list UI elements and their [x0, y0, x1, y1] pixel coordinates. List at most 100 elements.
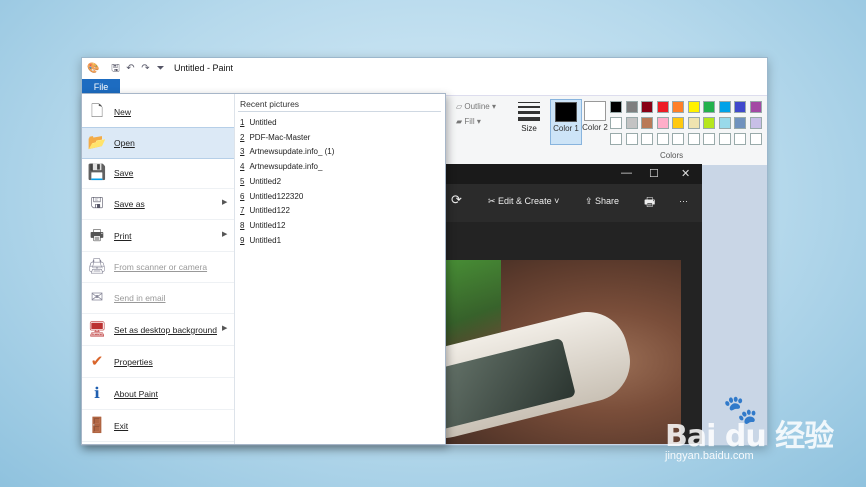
- palette-color-swatch[interactable]: [641, 117, 653, 129]
- print-icon[interactable]: 🖶: [644, 193, 655, 214]
- palette-color-swatch[interactable]: [734, 117, 746, 129]
- title-bar: 🎨 🖫 ↶ ↷ ⏷ Untitled - Paint: [82, 58, 767, 80]
- palette-color-swatch[interactable]: [749, 101, 762, 113]
- palette-color-swatch[interactable]: [718, 133, 731, 145]
- recent-pictures-header: Recent pictures: [240, 99, 300, 109]
- minimize-icon[interactable]: —: [621, 167, 632, 179]
- file-menu-item-label: From scanner or camera: [114, 262, 208, 272]
- palette-color-swatch[interactable]: [641, 133, 653, 145]
- recent-picture-number: 2: [240, 132, 245, 142]
- size-line-thickest: [518, 117, 540, 121]
- size-button[interactable]: Size: [515, 99, 543, 143]
- recent-picture-name: Artnewsupdate.info_ (1): [249, 147, 335, 157]
- file-menu-item-label: Send in email: [114, 293, 166, 303]
- palette-color-swatch[interactable]: [625, 133, 638, 145]
- file-menu-item-label: About Paint: [114, 389, 158, 399]
- photos-toolbar: ⟳ ✂ Edit & Create ˅ ⇪ Share 🖶 ···: [441, 184, 702, 222]
- palette-color-swatch[interactable]: [656, 133, 669, 145]
- palette-color-swatch[interactable]: [641, 101, 653, 113]
- palette-color-swatch[interactable]: [718, 117, 731, 129]
- file-menu-item-label: Exit: [114, 421, 129, 431]
- checkmark-icon: ✔: [90, 353, 104, 370]
- recent-picture-item[interactable]: 9 Untitled1: [240, 236, 281, 249]
- recent-picture-name: PDF-Mac-Master: [249, 132, 311, 142]
- more-options-icon[interactable]: ···: [679, 196, 688, 206]
- palette-color-swatch[interactable]: [610, 133, 622, 145]
- recent-picture-item[interactable]: 1 Untitled: [240, 118, 277, 131]
- recent-picture-name: Untitled: [249, 118, 277, 127]
- recent-picture-item[interactable]: 5 Untitled2: [240, 177, 281, 190]
- palette-color-swatch[interactable]: [703, 133, 715, 145]
- fill-label: Fill: [464, 117, 475, 126]
- recent-picture-item[interactable]: 8 Untitled12: [240, 221, 285, 234]
- color2-button[interactable]: Color 2: [580, 99, 610, 143]
- recent-picture-name: Untitled2: [249, 176, 282, 186]
- maximize-icon[interactable]: ☐: [649, 167, 659, 180]
- recent-picture-item[interactable]: 6 Untitled122320: [240, 192, 303, 205]
- recent-picture-item[interactable]: 3 Artnewsupdate.info_ (1): [240, 147, 334, 160]
- customize-toolbar-icon[interactable]: ⏷: [155, 63, 166, 74]
- fill-dropdown[interactable]: ▰ Fill ▾: [456, 117, 481, 126]
- photos-title-bar: — ☐ ✕: [441, 164, 702, 184]
- desktop-background-icon: 🖥: [87, 321, 107, 338]
- palette-color-swatch[interactable]: [703, 117, 715, 129]
- palette-color-swatch[interactable]: [718, 101, 731, 113]
- info-icon: ℹ: [94, 385, 100, 402]
- recent-picture-item[interactable]: 2 PDF-Mac-Master: [240, 133, 310, 146]
- file-menu-commands: 🗋 New 📂 Open 💾 Save 🖫 Save as ▶ 🖶 Print ▶ 🖨 From scan…: [82, 94, 235, 444]
- file-menu-item-new[interactable]: 🗋 New: [82, 97, 234, 128]
- undo-icon[interactable]: ↶: [125, 63, 136, 74]
- file-menu-item-from-scanner-or-camera[interactable]: 🖨 From scanner or camera: [82, 252, 234, 283]
- file-menu-item-save-as[interactable]: 🖫 Save as ▶: [82, 189, 234, 220]
- recent-divider: [238, 111, 441, 112]
- file-menu-item-open[interactable]: 📂 Open: [82, 127, 234, 159]
- rotate-icon[interactable]: ⟳: [451, 192, 462, 208]
- palette-color-swatch[interactable]: [749, 117, 762, 129]
- palette-color-swatch[interactable]: [672, 117, 684, 129]
- close-icon[interactable]: ✕: [681, 167, 690, 180]
- share-button[interactable]: ⇪ Share: [585, 196, 619, 207]
- file-menu-item-exit[interactable]: 🚪 Exit: [82, 411, 234, 442]
- palette-color-swatch[interactable]: [687, 117, 700, 129]
- email-icon: ✉: [90, 289, 104, 306]
- save-disk-icon: 💾: [87, 164, 107, 181]
- colors-group-label: Colors: [660, 151, 684, 160]
- palette-color-swatch[interactable]: [610, 101, 622, 113]
- photo-viewer: [441, 222, 702, 444]
- palette-color-swatch[interactable]: [610, 117, 622, 129]
- palette-color-swatch[interactable]: [749, 133, 762, 145]
- photos-window: — ☐ ✕ ⟳ ✂ Edit & Create ˅ ⇪ Share 🖶 ···: [441, 164, 702, 444]
- palette-color-swatch[interactable]: [625, 101, 638, 113]
- palette-color-swatch[interactable]: [672, 101, 684, 113]
- share-label: Share: [595, 196, 620, 206]
- color1-button[interactable]: Color 1: [550, 99, 582, 145]
- paint-app-icon: 🎨: [87, 63, 100, 74]
- palette-color-swatch[interactable]: [687, 133, 700, 145]
- file-menu-item-send-in-email[interactable]: ✉ Send in email: [82, 283, 234, 314]
- size-label: Size: [521, 124, 537, 133]
- size-line-thick: [518, 111, 540, 114]
- palette-color-swatch[interactable]: [656, 101, 669, 113]
- edit-create-button[interactable]: ✂ Edit & Create ˅: [488, 196, 559, 207]
- palette-color-swatch[interactable]: [734, 133, 746, 145]
- file-menu-item-set-as-desktop-background[interactable]: 🖥 Set as desktop background ▶: [82, 315, 234, 346]
- file-menu-item-about-paint[interactable]: ℹ About Paint: [82, 379, 234, 410]
- file-menu-item-properties[interactable]: ✔ Properties: [82, 347, 234, 378]
- file-menu-item-save[interactable]: 💾 Save: [82, 158, 234, 189]
- redo-icon[interactable]: ↷: [140, 63, 151, 74]
- file-menu-item-label: Save: [114, 168, 134, 178]
- palette-color-swatch[interactable]: [734, 101, 746, 113]
- palette-color-swatch[interactable]: [703, 101, 715, 113]
- size-line-medium: [518, 106, 540, 108]
- outline-dropdown[interactable]: ▱ Outline ▾: [456, 102, 496, 111]
- file-menu-item-print[interactable]: 🖶 Print ▶: [82, 221, 234, 252]
- recent-picture-name: Untitled122320: [249, 191, 304, 201]
- recent-picture-item[interactable]: 4 Artnewsupdate.info_: [240, 162, 322, 175]
- palette-color-swatch[interactable]: [656, 117, 669, 129]
- recent-picture-name: Untitled12: [249, 220, 286, 230]
- palette-color-swatch[interactable]: [625, 117, 638, 129]
- quick-save-icon[interactable]: 🖫: [110, 63, 121, 74]
- palette-color-swatch[interactable]: [672, 133, 684, 145]
- recent-picture-item[interactable]: 7 Untitled122: [240, 206, 290, 219]
- palette-color-swatch[interactable]: [687, 101, 700, 113]
